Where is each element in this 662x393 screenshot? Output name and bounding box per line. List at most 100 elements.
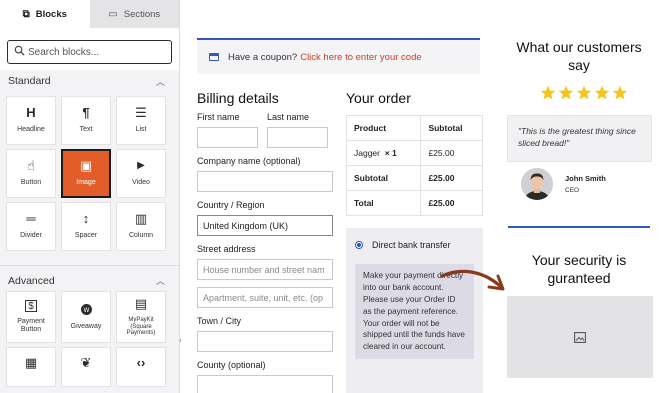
radio-selected-icon[interactable]	[355, 241, 363, 249]
drag-arrow-icon	[440, 269, 505, 291]
chevron-up-icon[interactable]: ︿	[156, 274, 165, 287]
advanced-section-header[interactable]: Advanced ︿	[0, 265, 179, 291]
subtotal-value: £25.00	[420, 165, 483, 191]
image-icon: ▣	[79, 158, 93, 174]
author-role: CEO	[565, 187, 580, 194]
first-name-label: First name	[197, 112, 240, 122]
sections-icon: ▭	[108, 8, 118, 20]
company-label: Company name (optional)	[197, 156, 301, 166]
blocks-sidebar: ⧉ Blocks ▭ Sections Standard ︿ H Headlin…	[0, 0, 180, 393]
table-row: Total £25.00	[345, 190, 483, 216]
search-box	[7, 40, 172, 64]
block-divider[interactable]: ═ Divider	[6, 202, 56, 251]
block-advanced-4[interactable]: ▦	[6, 347, 56, 387]
payment-option-label: Direct bank transfer	[372, 240, 451, 250]
block-label: List	[135, 126, 147, 134]
country-select[interactable]: United Kingdom (UK)	[197, 215, 333, 236]
standard-section-header[interactable]: Standard ︿	[0, 70, 179, 92]
street-line2-field[interactable]: Apartment, suite, unit, etc. (op	[197, 287, 333, 308]
county-field[interactable]	[197, 375, 333, 393]
company-field[interactable]	[197, 171, 333, 192]
block-spacer[interactable]: ↕ Spacer	[61, 202, 111, 251]
payment-icon: $	[25, 299, 37, 312]
search-input[interactable]	[28, 46, 171, 58]
block-image[interactable]: ▣ Image	[61, 149, 111, 198]
star-icon	[594, 85, 610, 100]
testimonial-quote: "This is the greatest thing since sliced…	[507, 115, 652, 162]
pointer-icon: ☝	[27, 158, 35, 174]
first-name-field[interactable]	[197, 127, 258, 148]
last-name-label: Last name	[267, 112, 310, 122]
spacer-icon: ↕	[82, 211, 90, 227]
block-text[interactable]: ¶ Text	[61, 96, 111, 145]
block-label: Payment Button	[17, 317, 45, 333]
divider-icon: ═	[26, 211, 36, 227]
block-label: MyPayKit (Square Payments)	[126, 316, 156, 337]
checkout-canvas: Have a coupon? Click here to enter your …	[181, 0, 492, 393]
table-header-row: Product Subtotal	[345, 115, 483, 141]
image-placeholder[interactable]	[507, 296, 653, 378]
block-label: Headline	[17, 126, 45, 134]
trophy-icon: W	[80, 303, 93, 317]
block-label: Image	[76, 179, 96, 187]
block-advanced-5[interactable]: ❦	[61, 347, 111, 387]
testimonial-author: John Smith CEO	[521, 168, 606, 200]
block-advanced-6[interactable]: ‹›	[116, 347, 166, 387]
county-group: County (optional)	[197, 360, 337, 393]
payment-option-bank[interactable]: Direct bank transfer	[355, 240, 474, 250]
block-label: Video	[132, 179, 150, 187]
total-label: Total	[345, 190, 422, 216]
sidebar-tabs: ⧉ Blocks ▭ Sections	[0, 0, 179, 28]
window-icon	[209, 53, 219, 61]
order-title: Your order	[346, 90, 411, 106]
star-icon	[558, 85, 574, 100]
total-value: £25.00	[420, 190, 483, 216]
subtotal-label: Subtotal	[345, 165, 422, 191]
advanced-section-title: Advanced	[8, 274, 55, 287]
code-icon: ‹›	[136, 355, 146, 370]
block-giveaway[interactable]: W Giveaway	[61, 291, 111, 343]
avatar	[521, 168, 553, 200]
block-video[interactable]: ▶ Video	[116, 149, 166, 198]
product-cell: Jagger × 1	[345, 140, 422, 166]
block-label: Column	[128, 232, 154, 240]
company-group: Company name (optional)	[197, 156, 337, 192]
section-divider	[508, 226, 650, 228]
country-label: Country / Region	[197, 200, 265, 210]
search-icon	[14, 45, 25, 56]
standard-blocks-grid: H Headline ¶ Text ☰ List ☝ Button ▣ Imag…	[0, 96, 179, 251]
product-name: Jagger	[354, 148, 380, 158]
star-icon	[540, 85, 556, 100]
columns-icon: ▥	[134, 211, 148, 227]
block-list[interactable]: ☰ List	[116, 96, 166, 145]
street-line1-field[interactable]: House number and street nam	[197, 259, 333, 280]
town-field[interactable]	[197, 331, 333, 352]
video-icon: ▶	[137, 160, 145, 172]
town-label: Town / City	[197, 316, 242, 326]
block-button[interactable]: ☝ Button	[6, 149, 56, 198]
search-wrap	[0, 28, 179, 70]
street-group: Street address House number and street n…	[197, 244, 337, 308]
block-headline[interactable]: H Headline	[6, 96, 56, 145]
list-icon: ☰	[135, 105, 147, 121]
coupon-notice: Have a coupon? Click here to enter your …	[197, 38, 480, 74]
standard-section-title: Standard	[8, 75, 51, 87]
block-column[interactable]: ▥ Column	[116, 202, 166, 251]
tab-sections[interactable]: ▭ Sections	[89, 0, 179, 28]
avatar-image	[521, 168, 553, 200]
right-panel: What our customers say "This is the grea…	[492, 0, 662, 393]
country-group: Country / Region United Kingdom (UK)	[197, 200, 337, 236]
block-payment-button[interactable]: $ Payment Button	[6, 291, 56, 343]
block-mypaykit[interactable]: ▤ MyPayKit (Square Payments)	[116, 291, 166, 343]
tab-blocks[interactable]: ⧉ Blocks	[0, 0, 90, 28]
coupon-link[interactable]: Click here to enter your code	[300, 52, 421, 63]
header-product: Product	[345, 115, 422, 141]
table-row: Subtotal £25.00	[345, 165, 483, 191]
order-summary: Your order Product Subtotal Jagger × 1 £…	[345, 90, 483, 393]
heading-icon: H	[26, 105, 36, 121]
coupon-text: Have a coupon?	[228, 51, 298, 63]
last-name-group: Last name	[267, 112, 328, 148]
leaf-icon: ❦	[80, 355, 92, 370]
last-name-field[interactable]	[267, 127, 328, 148]
chevron-up-icon[interactable]: ︿	[156, 75, 165, 88]
